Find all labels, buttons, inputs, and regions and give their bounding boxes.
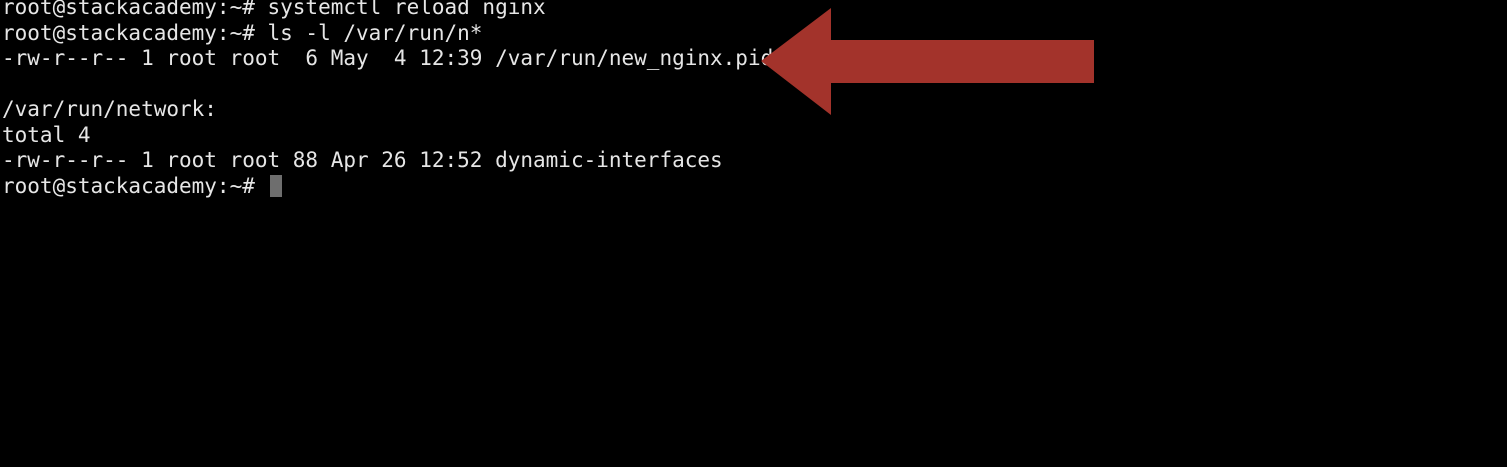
terminal-prompt-line[interactable]: root@stackacademy:~# [2,174,773,200]
terminal-line: root@stackacademy:~# ls -l /var/run/n* [2,20,483,45]
terminal-window[interactable]: root@stackacademy:~# systemctl reload ng… [0,0,1507,467]
terminal-line: /var/run/network: [2,97,217,121]
terminal-output: root@stackacademy:~# systemctl reload ng… [2,0,773,199]
terminal-line: total 4 [2,122,91,147]
terminal-cursor [269,174,282,197]
terminal-line: -rw-r--r-- 1 root root 88 Apr 26 12:52 d… [2,148,723,172]
arrow-shape [761,8,1094,115]
terminal-prompt: root@stackacademy:~# [2,173,268,198]
terminal-line: -rw-r--r-- 1 root root 6 May 4 12:39 /va… [2,46,774,70]
terminal-line: root@stackacademy:~# systemctl reload ng… [2,0,546,19]
